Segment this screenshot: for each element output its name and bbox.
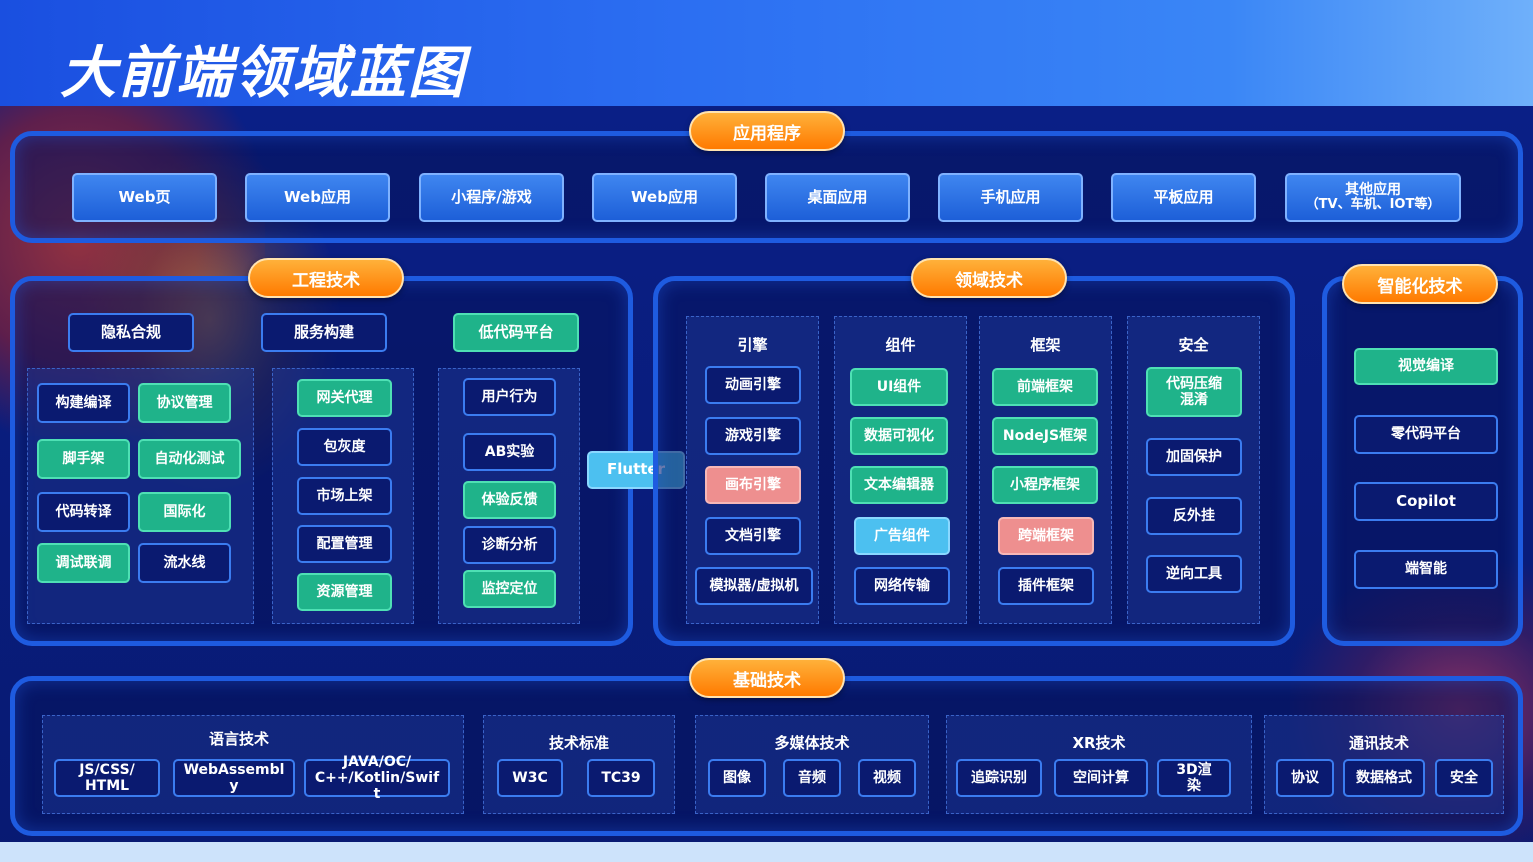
domain-security-obfuscate-line1: 代码压缩 (1166, 375, 1222, 392)
eng-item-feedback: 体验反馈 (463, 481, 556, 519)
domain-security-obfuscate-line2: 混淆 (1180, 392, 1208, 408)
app-item-web-page: Web页 (72, 173, 217, 222)
app-item-web-app-2: Web应用 (592, 173, 737, 222)
domain-engine-animation: 动画引擎 (705, 366, 801, 404)
domain-security-reverse: 逆向工具 (1146, 555, 1242, 593)
domain-framework-nodejs: NodeJS框架 (992, 417, 1098, 455)
domain-security-obfuscate: 代码压缩 混淆 (1146, 367, 1242, 417)
found-media-audio: 音频 (783, 759, 841, 797)
domain-framework-miniprogram: 小程序框架 (992, 466, 1098, 504)
domain-component-head: 组件 (885, 336, 916, 354)
eng-item-scaffold: 脚手架 (37, 439, 130, 479)
found-media-image: 图像 (708, 759, 766, 797)
eng-item-debug: 调试联调 (37, 543, 130, 583)
app-item-tablet: 平板应用 (1111, 173, 1256, 222)
found-lang-js: JS/CSS/ HTML (54, 759, 160, 797)
found-xr-head: XR技术 (1072, 734, 1126, 752)
domain-component-ui: UI组件 (850, 368, 948, 406)
found-language-head: 语言技术 (208, 730, 269, 748)
found-lang-native-line1: JAVA/OC/ (342, 753, 412, 770)
domain-framework-head: 框架 (1030, 336, 1061, 354)
eng-item-ab-test: AB实验 (463, 433, 556, 471)
page-title: 大前端领域蓝图 (60, 41, 466, 106)
app-item-other-line1: 其他应用 (1345, 181, 1401, 198)
domain-component-ad: 广告组件 (854, 517, 950, 555)
found-lang-js-line1: JS/CSS/ (79, 761, 135, 778)
domain-security-head: 安全 (1178, 336, 1209, 354)
intelligent-title: 智能化技术 (1342, 264, 1498, 304)
found-comm-protocol: 协议 (1276, 759, 1334, 797)
foundation-title: 基础技术 (689, 658, 845, 698)
eng-item-market: 市场上架 (297, 477, 392, 515)
engineering-title: 工程技术 (248, 258, 404, 298)
found-xr-3d-line2: 染 (1187, 778, 1201, 794)
footer-strip (0, 842, 1533, 862)
found-comm-head: 通讯技术 (1348, 734, 1409, 752)
eng-head-privacy: 隐私合规 (68, 313, 194, 352)
domain-security-anticheat: 反外挂 (1146, 497, 1242, 535)
domain-component-network: 网络传输 (854, 567, 950, 605)
eng-item-i18n: 国际化 (138, 492, 231, 532)
eng-item-diagnose: 诊断分析 (463, 526, 556, 564)
found-std-tc39: TC39 (587, 759, 655, 797)
intelligent-panel (1322, 276, 1523, 646)
ai-item-copilot: Copilot (1354, 482, 1498, 521)
eng-item-user-behavior: 用户行为 (463, 378, 556, 416)
found-comm-format: 数据格式 (1343, 759, 1425, 797)
domain-framework-frontend: 前端框架 (992, 368, 1098, 406)
found-standard-head: 技术标准 (548, 734, 609, 752)
found-media-video: 视频 (858, 759, 916, 797)
eng-item-monitor: 监控定位 (463, 570, 556, 608)
found-xr-spatial: 空间计算 (1054, 759, 1148, 797)
ai-item-nocode: 零代码平台 (1354, 415, 1498, 454)
found-lang-native: JAVA/OC/ C++/Kotlin/Swif t (304, 754, 450, 802)
domain-security-harden: 加固保护 (1146, 438, 1242, 476)
domain-engine-emulator: 模拟器/虚拟机 (695, 567, 813, 605)
eng-head-lowcode: 低代码平台 (453, 313, 579, 352)
found-xr-3d-line1: 3D渲 (1176, 761, 1212, 778)
ai-item-edge-ai: 端智能 (1354, 550, 1498, 589)
domain-component-dataviz: 数据可视化 (850, 417, 948, 455)
found-lang-js-line2: HTML (84, 778, 130, 794)
found-lang-native-line2: C++/Kotlin/Swif (314, 769, 440, 786)
found-lang-wasm-line1: WebAssembl (183, 761, 285, 778)
eng-item-resource: 资源管理 (297, 573, 392, 611)
domain-framework-crossplatform: 跨端框架 (998, 517, 1094, 555)
found-lang-native-line3: t (373, 786, 381, 803)
eng-head-service: 服务构建 (261, 313, 387, 352)
eng-item-transpile: 代码转译 (37, 492, 130, 532)
app-item-desktop: 桌面应用 (765, 173, 910, 222)
found-std-w3c: W3C (497, 759, 563, 797)
domain-engine-canvas: 画布引擎 (705, 466, 801, 504)
found-lang-wasm-line2: y (229, 778, 239, 794)
domain-component-editor: 文本编辑器 (850, 466, 948, 504)
app-item-miniprogram: 小程序/游戏 (419, 173, 564, 222)
app-item-mobile: 手机应用 (938, 173, 1083, 222)
eng-item-build: 构建编译 (37, 383, 130, 423)
app-item-other: 其他应用 （TV、车机、IOT等） (1285, 173, 1461, 222)
found-lang-wasm: WebAssembl y (173, 759, 295, 797)
domain-title: 领域技术 (911, 258, 1067, 298)
domain-framework-plugin: 插件框架 (998, 567, 1094, 605)
app-item-web-app: Web应用 (245, 173, 390, 222)
eng-item-gateway: 网关代理 (297, 379, 392, 417)
found-xr-tracking: 追踪识别 (956, 759, 1042, 797)
ai-item-vision-compile: 视觉编译 (1354, 348, 1498, 385)
eng-item-autotest: 自动化测试 (138, 439, 241, 479)
app-item-other-line2: （TV、车机、IOT等） (1305, 197, 1441, 213)
found-comm-security: 安全 (1435, 759, 1493, 797)
application-title: 应用程序 (689, 111, 845, 151)
eng-item-config: 配置管理 (297, 525, 392, 563)
eng-item-canary: 包灰度 (297, 428, 392, 466)
domain-engine-document: 文档引擎 (705, 517, 801, 555)
eng-item-protocol: 协议管理 (138, 383, 231, 423)
domain-engine-head: 引擎 (737, 336, 768, 354)
eng-item-pipeline: 流水线 (138, 543, 231, 583)
found-media-head: 多媒体技术 (774, 734, 850, 752)
domain-engine-game: 游戏引擎 (705, 417, 801, 455)
found-xr-3d: 3D渲 染 (1157, 759, 1231, 797)
